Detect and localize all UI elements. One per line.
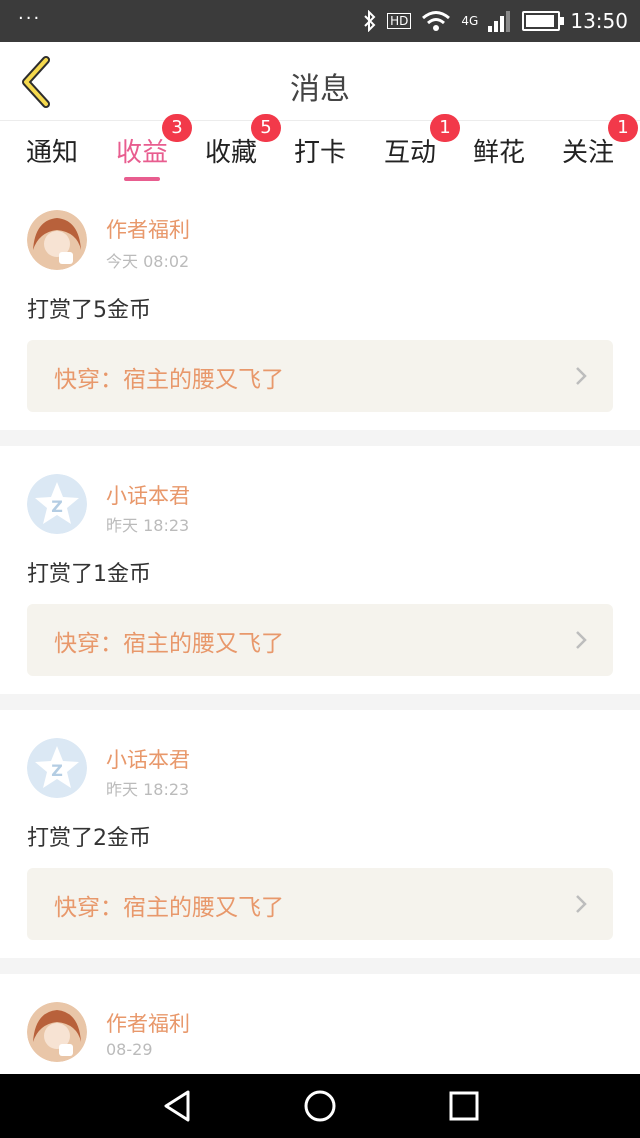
tab-checkin[interactable]: 打卡 [294,132,346,169]
back-nav-icon[interactable] [160,1088,196,1124]
message-card: 作者福利 08-29 [0,974,640,1074]
sender-name[interactable]: 作者福利 [106,1008,190,1038]
wifi-icon [422,11,451,31]
tab-notice[interactable]: 通知 [26,132,78,169]
sender-name[interactable]: 小话本君 [106,744,190,774]
star-z-avatar[interactable]: Z [27,738,87,798]
chevron-right-icon [576,631,587,649]
message-text: 打赏了5金币 [27,298,151,323]
more-icon: ··· [18,8,42,29]
tab-badge: 1 [430,114,460,142]
tab-label: 关注 [562,138,615,168]
status-time: 13:50 [570,9,628,33]
sender-name[interactable]: 作者福利 [106,214,190,244]
tab-bar: 通知 收益 3 收藏 5 打卡 互动 1 鲜花 关注 1 [0,114,640,182]
separator [0,958,640,974]
chevron-right-icon [576,895,587,913]
svg-text:Z: Z [51,761,63,780]
tab-favorites[interactable]: 收藏 5 [205,114,281,169]
book-title: 快穿：宿主的腰又飞了 [54,895,284,921]
network-type: 4G [461,14,479,28]
message-time: 今天 08:02 [106,252,190,271]
tab-flowers[interactable]: 鲜花 [473,132,525,169]
tab-follow[interactable]: 关注 1 [562,114,638,169]
tab-badge: 1 [608,114,638,142]
tab-label: 鲜花 [473,138,526,168]
sender-name[interactable]: 小话本君 [106,480,190,510]
separator [0,694,640,710]
message-text: 打赏了1金币 [27,562,151,587]
tab-interaction[interactable]: 互动 1 [384,114,460,169]
tab-label: 收藏 [205,138,258,168]
message-time: 昨天 18:23 [106,780,190,799]
recents-nav-icon[interactable] [446,1088,482,1124]
hd-indicator: HD [387,13,412,29]
book-link[interactable]: 快穿：宿主的腰又飞了 [27,868,613,940]
battery-icon [522,11,565,31]
message-text: 打赏了2金币 [27,826,151,851]
message-time: 08-29 [106,1040,153,1059]
book-link[interactable]: 快穿：宿主的腰又飞了 [27,604,613,676]
book-title: 快穿：宿主的腰又飞了 [54,631,284,657]
chevron-right-icon [576,367,587,385]
header: 消息 [0,42,640,121]
message-card: Z 小话本君 昨天 18:23 打赏了1金币 快穿：宿主的腰又飞了 [0,446,640,694]
tab-label: 打卡 [294,138,347,168]
bluetooth-icon [364,10,376,32]
anime-girl-avatar[interactable] [27,1002,87,1062]
message-card: 作者福利 今天 08:02 打赏了5金币 快穿：宿主的腰又飞了 [0,190,640,430]
home-nav-icon[interactable] [302,1088,338,1124]
star-z-avatar[interactable]: Z [27,474,87,534]
signal-icon [488,11,511,32]
tab-label: 互动 [384,138,437,168]
tab-label: 收益 [116,138,169,168]
separator [0,430,640,446]
tab-label: 通知 [26,138,79,168]
svg-text:Z: Z [51,497,63,516]
active-tab-indicator [124,177,161,181]
tab-earnings[interactable]: 收益 3 [116,114,192,181]
message-card: Z 小话本君 昨天 18:23 打赏了2金币 快穿：宿主的腰又飞了 [0,710,640,958]
book-title: 快穿：宿主的腰又飞了 [54,367,284,393]
message-time: 昨天 18:23 [106,516,190,535]
page-title: 消息 [290,72,350,107]
tab-badge: 3 [162,114,192,142]
anime-girl-avatar[interactable] [27,210,87,270]
tab-badge: 5 [251,114,281,142]
system-nav-bar [0,1074,640,1138]
book-link[interactable]: 快穿：宿主的腰又飞了 [27,340,613,412]
status-bar: ··· HD 4G 13:50 [0,0,640,42]
